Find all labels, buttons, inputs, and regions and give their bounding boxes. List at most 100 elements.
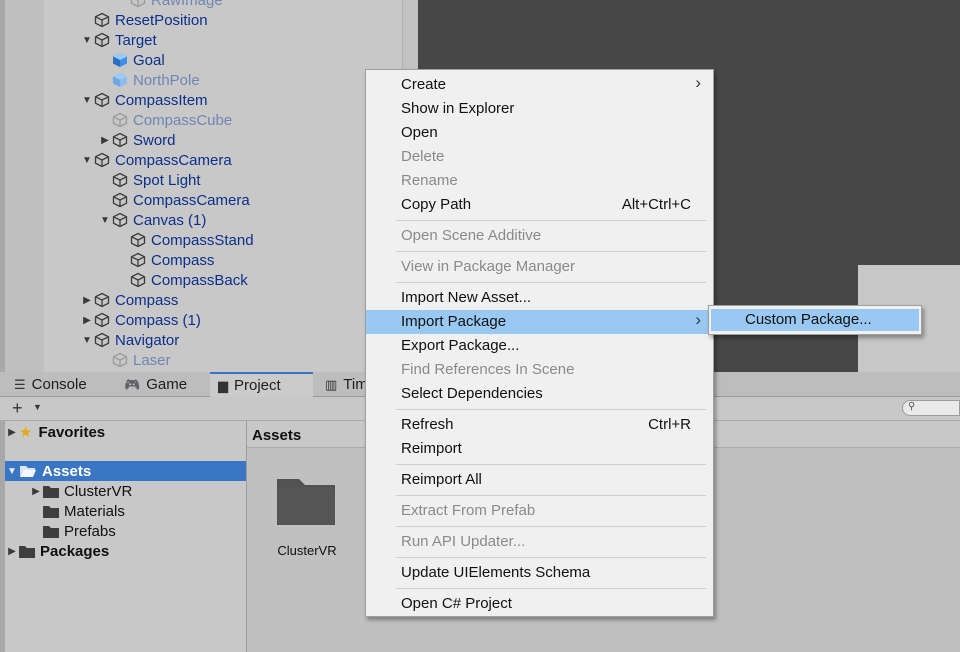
hierarchy-item-label: Compass [115,291,179,309]
folder-icon [43,505,59,518]
expand-arrow-icon[interactable]: ▼ [80,95,94,106]
hierarchy-item[interactable]: ▼ CompassItem [80,90,207,110]
expand-arrow-icon[interactable]: ▼ [98,215,112,226]
menu-item-label: Reimport All [401,471,482,488]
menu-item-label: Copy Path [401,196,472,213]
asset-item-label[interactable]: ClusterVR [257,543,357,558]
search-input[interactable]: ⚲ [902,400,960,416]
menu-item-reimport[interactable]: Reimport [366,437,713,461]
hierarchy-item[interactable]: ▶CompassBack [116,270,248,290]
gameobject-icon [112,132,128,148]
menu-item-open-c-project[interactable]: Open C# Project [366,592,713,616]
hierarchy-panel: ▶RawImage▶ResetPosition▼Target▶Goal▶Nort… [0,0,418,372]
hierarchy-item[interactable]: ▶ Sword [98,130,176,150]
menu-item-custom-package[interactable]: Custom Package... [711,309,919,331]
menu-item-create[interactable]: Create › [366,73,713,97]
menu-item-export-package[interactable]: Export Package... [366,334,713,358]
menu-item-update-uielements-schema[interactable]: Update UIElements Schema [366,561,713,585]
tab-label: Project [234,377,281,394]
expand-arrow-icon[interactable]: ▼ [80,155,94,166]
hierarchy-item[interactable]: ▶Laser [98,350,171,370]
menu-item-shortcut: Ctrl+R [648,416,691,433]
hierarchy-item[interactable]: ▶Goal [98,50,165,70]
tab-label: Console [31,376,87,393]
hierarchy-item[interactable]: ▶ Compass [80,290,178,310]
hierarchy-item[interactable]: ▶Spot Light [98,170,201,190]
project-tree-item-assets[interactable]: ▼ Assets [5,461,246,481]
menu-item-import-package[interactable]: Import Package › [366,310,713,334]
menu-item-show-in-explorer[interactable]: Show in Explorer [366,97,713,121]
project-tree-item-materials[interactable]: ▶Materials [23,501,125,521]
tab-console[interactable]: ☰ Console [12,372,117,397]
plus-icon[interactable]: + [12,398,23,419]
folder-icon [19,545,35,558]
menu-item-copy-path[interactable]: Copy Path Alt+Ctrl+C [366,193,713,217]
tab-game[interactable]: 🎮 Game [122,372,204,397]
collapse-arrow-icon[interactable]: ▶ [29,486,43,497]
chevron-right-icon: › [695,73,701,92]
project-tree-item-clustervr[interactable]: ▶ ClusterVR [23,481,132,501]
gameobject-icon [94,92,110,108]
hierarchy-item[interactable]: ▶CompassStand [116,230,254,250]
project-tree-item-favorites[interactable]: ▶ ★ Favorites [5,422,105,442]
gameobject-icon [130,0,146,8]
hierarchy-item[interactable]: ▶CompassCube [98,110,232,130]
menu-item-label: Open Scene Additive [401,227,542,244]
collapse-arrow-icon[interactable]: ▶ [5,427,19,438]
collapse-arrow-icon[interactable]: ▶ [5,546,19,557]
hierarchy-item-label: Sword [133,131,176,149]
menu-item-label: Custom Package... [745,311,872,328]
hierarchy-item[interactable]: ▶ResetPosition [80,10,208,30]
gameobject-icon [112,212,128,228]
collapse-arrow-icon[interactable]: ▶ [98,135,112,146]
gameobject-icon [94,332,110,348]
gameobject-icon [94,312,110,328]
menu-item-open-scene-additive: Open Scene Additive [366,224,713,248]
menu-item-label: Import Package [401,313,507,330]
expand-arrow-icon[interactable]: ▼ [80,335,94,346]
hierarchy-item[interactable]: ▶NorthPole [98,70,200,90]
menu-item-run-api-updater: Run API Updater... [366,530,713,554]
chevron-right-icon: › [695,310,701,329]
gameobject-icon [130,252,146,268]
menu-item-label: Extract From Prefab [401,502,536,519]
project-tree-item-prefabs[interactable]: ▶Prefabs [23,521,116,541]
hierarchy-item[interactable]: ▼ Target [80,30,157,50]
menu-item-select-dependencies[interactable]: Select Dependencies [366,382,713,406]
context-menu: Create › Show in Explorer Open Delete Rename C… [365,69,714,617]
project-tree-label: Favorites [38,423,106,441]
tab-project[interactable]: ▆ Project [210,372,313,397]
gameobject-icon [112,172,128,188]
menu-item-open[interactable]: Open [366,121,713,145]
menu-item-label: Update UIElements Schema [401,564,591,581]
gameobject-icon [94,152,110,168]
hierarchy-item[interactable]: ▼ CompassCamera [80,150,232,170]
prefab-icon [112,72,128,88]
expand-arrow-icon[interactable]: ▼ [5,466,19,477]
menu-item-label: Show in Explorer [401,100,515,117]
expand-arrow-icon[interactable]: ▼ [80,35,94,46]
hierarchy-item[interactable]: ▶RawImage [116,0,223,10]
hierarchy-item-label: CompassBack [151,271,248,289]
menu-item-label: Create [401,76,447,93]
project-tree-item-packages[interactable]: ▶ Packages [5,541,109,561]
gameobject-icon [112,352,128,368]
hierarchy-item[interactable]: ▼ Canvas (1) [98,210,206,230]
menu-separator [396,409,706,410]
menu-item-reimport-all[interactable]: Reimport All [366,468,713,492]
console-icon: ☰ [14,376,26,392]
menu-separator [396,495,706,496]
hierarchy-item[interactable]: ▶ Compass (1) [80,310,201,330]
hierarchy-item[interactable]: ▶CompassCamera [98,190,250,210]
collapse-arrow-icon[interactable]: ▶ [80,315,94,326]
menu-item-import-new-asset[interactable]: Import New Asset... [366,286,713,310]
chevron-down-icon[interactable]: ▼ [33,402,42,412]
menu-item-shortcut: Alt+Ctrl+C [621,196,691,213]
menu-item-label: Find References In Scene [401,361,575,378]
menu-item-refresh[interactable]: Refresh Ctrl+R [366,413,713,437]
collapse-arrow-icon[interactable]: ▶ [80,295,94,306]
hierarchy-item[interactable]: ▼ Navigator [80,330,179,350]
hierarchy-item[interactable]: ▶Compass [116,250,214,270]
menu-item-label: Import New Asset... [401,289,532,306]
folder-icon[interactable] [275,477,337,527]
